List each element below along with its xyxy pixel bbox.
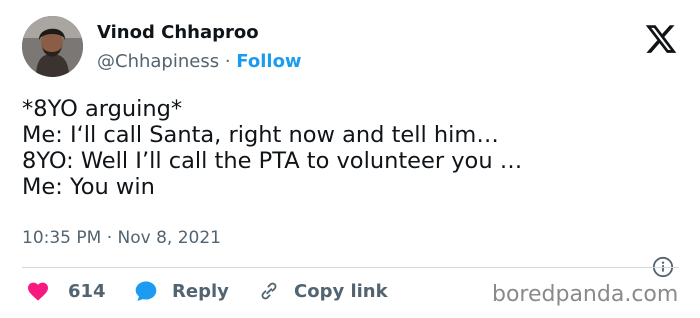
copy-link-label: Copy link bbox=[294, 280, 388, 302]
tweet-header: Vinod Chhaproo @Chhapiness · Follow bbox=[22, 16, 682, 78]
speech-bubble-icon bbox=[135, 281, 157, 301]
tweet-line: Me: You win bbox=[22, 174, 155, 200]
follow-button[interactable]: Follow bbox=[236, 51, 301, 72]
tweet-timestamp[interactable]: 10:35 PM · Nov 8, 2021 bbox=[22, 228, 221, 248]
link-icon bbox=[261, 282, 277, 300]
watermark: boredpanda.com bbox=[492, 282, 679, 307]
divider bbox=[22, 267, 679, 268]
tweet-line: Me: I‘ll call Santa, right now and tell … bbox=[22, 122, 499, 148]
like-button[interactable]: 614 bbox=[26, 278, 106, 304]
tweet-line: *8YO arguing* bbox=[22, 96, 183, 122]
like-count: 614 bbox=[68, 280, 106, 302]
reply-label: Reply bbox=[172, 280, 229, 302]
tweet-line: 8YO: Well I’ll call the PTA to volunteer… bbox=[22, 148, 523, 174]
reply-button[interactable]: Reply bbox=[134, 278, 229, 304]
author-display-name[interactable]: Vinod Chhaproo bbox=[97, 22, 302, 44]
heart-icon bbox=[28, 282, 48, 301]
copy-link-button[interactable]: Copy link bbox=[258, 278, 388, 304]
handle-separator: · bbox=[224, 51, 231, 72]
avatar[interactable] bbox=[22, 16, 83, 77]
tweet-text: *8YO arguing* Me: I‘ll call Santa, right… bbox=[22, 96, 682, 200]
x-logo-icon[interactable] bbox=[644, 22, 678, 56]
avatar-image bbox=[22, 16, 83, 77]
author-handle[interactable]: @Chhapiness bbox=[97, 51, 219, 72]
